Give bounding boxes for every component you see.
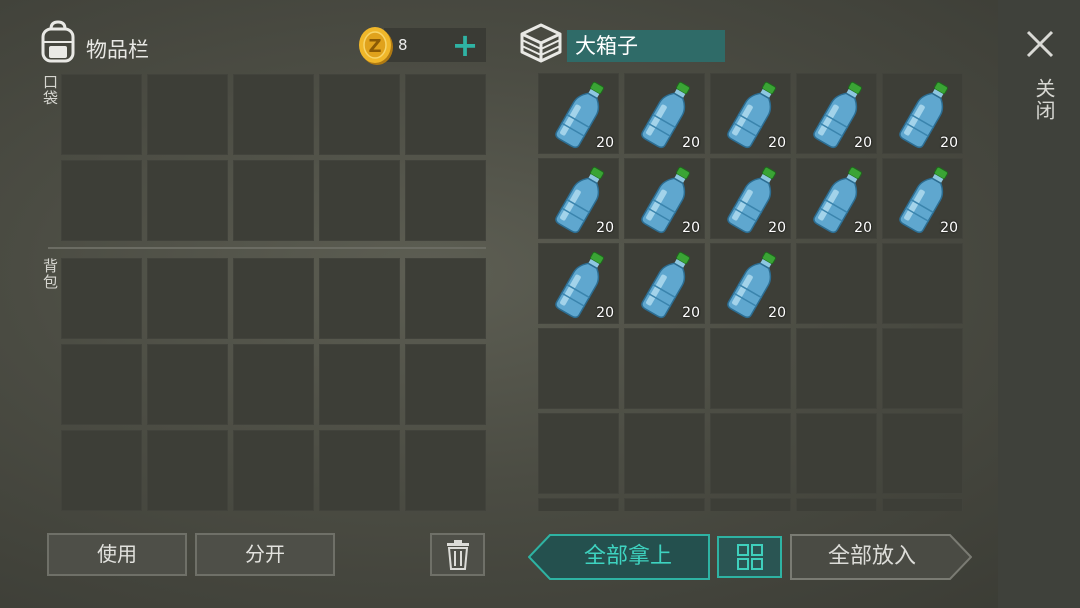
plus-icon: +	[451, 26, 479, 64]
item-count: 20	[596, 135, 614, 151]
pocket-slot[interactable]	[319, 160, 400, 241]
pocket-slot[interactable]	[405, 74, 486, 155]
item-count: 20	[682, 220, 700, 236]
container-slot[interactable]: 20	[624, 158, 705, 239]
backpack-slot[interactable]	[319, 430, 400, 511]
backpack-slot[interactable]	[233, 258, 314, 339]
container-slot[interactable]	[624, 328, 705, 409]
container-slot[interactable]	[624, 413, 705, 494]
item-count: 20	[940, 220, 958, 236]
backpack-slot[interactable]	[319, 258, 400, 339]
container-slot[interactable]	[624, 498, 705, 511]
container-slot[interactable]	[796, 328, 877, 409]
pocket-slot[interactable]	[61, 160, 142, 241]
container-slot[interactable]	[796, 413, 877, 494]
container-slot[interactable]	[710, 413, 791, 494]
container-slot[interactable]	[882, 413, 963, 494]
container-slot[interactable]: 20	[538, 73, 619, 154]
pocket-slot[interactable]	[61, 74, 142, 155]
close-icon[interactable]	[1024, 28, 1056, 60]
backpack-slot[interactable]	[147, 430, 228, 511]
pocket-grid	[61, 74, 486, 241]
item-count: 20	[940, 135, 958, 151]
container-slot[interactable]	[882, 498, 963, 511]
backpack-label: 背包	[41, 258, 59, 290]
close-button-label[interactable]: 关闭	[1030, 78, 1059, 122]
backpack-slot[interactable]	[233, 430, 314, 511]
backpack-slot[interactable]	[61, 430, 142, 511]
container-slot[interactable]	[882, 243, 963, 324]
inventory-title: 物品栏	[86, 38, 149, 62]
backpack-slot[interactable]	[233, 344, 314, 425]
add-coins-button[interactable]: +	[451, 29, 479, 61]
container-slot[interactable]: 20	[624, 73, 705, 154]
container-slot[interactable]: 20	[882, 73, 963, 154]
container-grid: 20 20 20 20 20 20 20 20 20 20 20 20 20	[538, 73, 963, 511]
coin-icon: Z	[359, 27, 393, 65]
backpack-icon	[41, 20, 75, 63]
backpack-slot[interactable]	[61, 258, 142, 339]
container-slot[interactable]	[538, 413, 619, 494]
section-divider	[48, 247, 486, 249]
item-count: 20	[854, 220, 872, 236]
put-all-label: 全部放入	[827, 544, 916, 569]
container-slot[interactable]: 20	[538, 158, 619, 239]
pocket-label: 口袋	[41, 74, 59, 106]
backpack-slot[interactable]	[405, 258, 486, 339]
backpack-slot[interactable]	[405, 430, 486, 511]
backpack-slot[interactable]	[61, 344, 142, 425]
container-name: 大箱子	[567, 30, 725, 62]
pocket-slot[interactable]	[319, 74, 400, 155]
container-slot[interactable]: 20	[624, 243, 705, 324]
container-slot[interactable]	[796, 243, 877, 324]
item-count: 20	[854, 135, 872, 151]
take-all-label: 全部拿上	[583, 544, 672, 569]
backpack-slot[interactable]	[147, 344, 228, 425]
use-button[interactable]: 使用	[47, 533, 187, 576]
item-count: 20	[768, 305, 786, 321]
item-count: 20	[682, 135, 700, 151]
split-button[interactable]: 分开	[195, 533, 335, 576]
container-slot[interactable]: 20	[796, 158, 877, 239]
pocket-slot[interactable]	[233, 160, 314, 241]
item-count: 20	[768, 135, 786, 151]
container-slot[interactable]: 20	[710, 73, 791, 154]
pocket-slot[interactable]	[147, 74, 228, 155]
item-count: 20	[596, 305, 614, 321]
backpack-slot[interactable]	[405, 344, 486, 425]
pocket-slot[interactable]	[147, 160, 228, 241]
svg-text:Z: Z	[368, 36, 381, 57]
sort-icon	[737, 544, 763, 570]
crate-icon	[520, 23, 562, 63]
item-count: 20	[596, 220, 614, 236]
container-slot[interactable]	[538, 498, 619, 511]
sort-button[interactable]	[717, 536, 782, 578]
coin-count: 8	[398, 36, 408, 54]
backpack-grid	[61, 258, 486, 511]
backpack-slot[interactable]	[147, 258, 228, 339]
container-slot[interactable]	[710, 498, 791, 511]
backpack-slot[interactable]	[319, 344, 400, 425]
item-count: 20	[768, 220, 786, 236]
container-slot[interactable]	[710, 328, 791, 409]
pocket-slot[interactable]	[405, 160, 486, 241]
pocket-slot[interactable]	[233, 74, 314, 155]
container-slot[interactable]: 20	[538, 243, 619, 324]
container-slot[interactable]: 20	[796, 73, 877, 154]
item-count: 20	[682, 305, 700, 321]
trash-icon	[446, 540, 469, 570]
container-slot[interactable]	[538, 328, 619, 409]
container-slot[interactable]	[882, 328, 963, 409]
container-slot[interactable]: 20	[710, 243, 791, 324]
container-slot[interactable]	[796, 498, 877, 511]
container-slot[interactable]: 20	[710, 158, 791, 239]
delete-button[interactable]	[430, 533, 485, 576]
container-slot[interactable]: 20	[882, 158, 963, 239]
